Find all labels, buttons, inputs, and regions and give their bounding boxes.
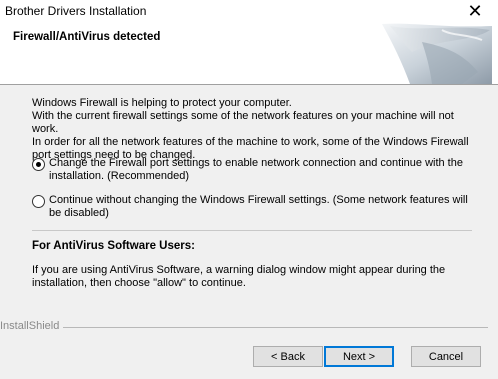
page-heading: Firewall/AntiVirus detected	[13, 31, 161, 43]
cancel-button[interactable]: Cancel	[411, 346, 481, 367]
radio-button[interactable]	[32, 195, 45, 208]
banner-graphic	[382, 23, 492, 84]
close-icon[interactable]: ✕	[452, 0, 498, 22]
option-label[interactable]: Continue without changing the Windows Fi…	[49, 194, 482, 220]
wizard-header: Firewall/AntiVirus detected	[0, 22, 498, 85]
divider	[32, 230, 472, 231]
title-bar: Brother Drivers Installation ✕	[0, 0, 498, 22]
antivirus-text: If you are using AntiVirus Software, a w…	[32, 264, 446, 289]
footer-divider	[63, 327, 488, 328]
intro-text: Windows Firewall is helping to protect y…	[32, 97, 482, 162]
intro-line-2: With the current firewall settings some …	[32, 110, 454, 135]
intro-line-1: Windows Firewall is helping to protect y…	[32, 97, 292, 109]
wizard-footer: InstallShield < Back Next > Cancel	[0, 315, 498, 379]
next-button[interactable]: Next >	[324, 346, 394, 367]
option-label[interactable]: Change the Firewall port settings to ena…	[49, 157, 482, 183]
antivirus-heading: For AntiVirus Software Users:	[32, 240, 195, 252]
installshield-label: InstallShield	[0, 320, 60, 332]
option-change-firewall[interactable]: Change the Firewall port settings to ena…	[32, 157, 482, 183]
window-title: Brother Drivers Installation	[5, 4, 147, 18]
radio-button-selected[interactable]	[32, 158, 45, 171]
back-button[interactable]: < Back	[253, 346, 323, 367]
option-keep-firewall[interactable]: Continue without changing the Windows Fi…	[32, 194, 482, 220]
wizard-body: Windows Firewall is helping to protect y…	[0, 85, 498, 315]
